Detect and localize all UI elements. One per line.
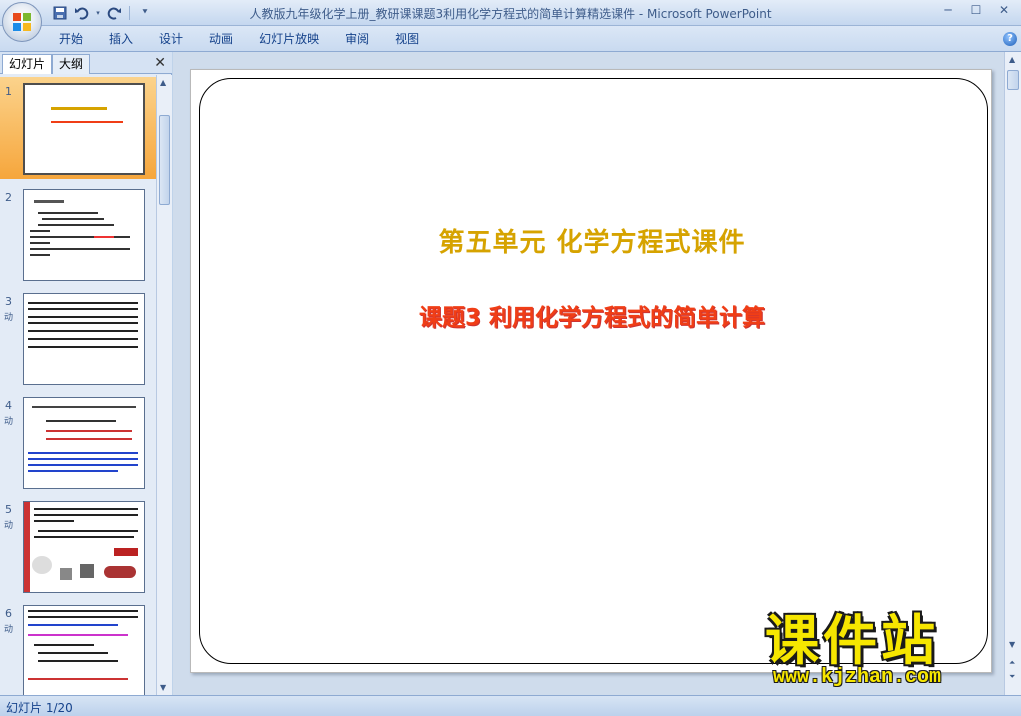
- animation-icon: 动: [4, 625, 14, 635]
- tab-view[interactable]: 视图: [382, 31, 432, 48]
- slide-number: 3: [5, 295, 12, 308]
- close-panel-icon[interactable]: ✕: [154, 55, 166, 71]
- current-slide[interactable]: 第五单元 化学方程式课件 课题3 利用化学方程式的简单计算: [190, 69, 992, 673]
- animation-icon: 动: [4, 521, 14, 531]
- help-icon[interactable]: ?: [1003, 32, 1017, 46]
- tab-animations[interactable]: 动画: [196, 31, 246, 48]
- rounded-frame: [199, 78, 988, 664]
- slide-number: 2: [5, 191, 12, 204]
- scroll-up-icon[interactable]: ▲: [160, 78, 166, 87]
- tab-insert[interactable]: 插入: [96, 31, 146, 48]
- tab-outline[interactable]: 大纲: [52, 54, 91, 74]
- slide-number: 4: [5, 399, 12, 412]
- status-bar: 幻灯片 1/20: [0, 695, 1021, 716]
- close-window-icon[interactable]: ✕: [991, 2, 1017, 18]
- ribbon-tabs: 开始 插入 设计 动画 幻灯片放映 审阅 视图: [46, 31, 432, 48]
- title-bar: ▾ ⯆ 人教版九年级化学上册_教研课课题3利用化学方程式的简单计算精选课件 - …: [0, 0, 1021, 26]
- slide-thumbnail-1[interactable]: 1: [0, 77, 156, 179]
- scroll-down-icon[interactable]: ▼: [160, 683, 166, 692]
- office-logo-icon: [13, 13, 31, 31]
- slide-preview: [23, 293, 145, 385]
- slide-number: 1: [5, 85, 12, 98]
- editor-scrollbar[interactable]: ▲ ▼ ⏶ ⏷: [1004, 52, 1021, 695]
- tab-review[interactable]: 审阅: [332, 31, 382, 48]
- slide-preview: [23, 605, 145, 695]
- slide-thumbnail-5[interactable]: 5 动: [0, 495, 156, 597]
- slide-preview: [23, 501, 145, 593]
- slide-preview: [23, 397, 145, 489]
- slide-preview: [23, 189, 145, 281]
- slide-thumbnail-3[interactable]: 3 动: [0, 287, 156, 389]
- slide-counter: 幻灯片 1/20: [6, 701, 73, 715]
- tab-design[interactable]: 设计: [146, 31, 196, 48]
- maximize-icon[interactable]: ☐: [963, 2, 989, 18]
- watermark-brand: 课件站: [765, 609, 939, 672]
- slide-subtitle[interactable]: 课题3 利用化学方程式的简单计算: [191, 298, 993, 332]
- scrollbar-thumb[interactable]: [159, 115, 170, 205]
- watermark-url: www.kjzhan.com: [773, 666, 942, 689]
- thumbnail-list: 1 2 3 动 4 动 5 动 6 动: [0, 75, 156, 695]
- window-title: 人教版九年级化学上册_教研课课题3利用化学方程式的简单计算精选课件 - Micr…: [249, 7, 772, 21]
- slide-number: 6: [5, 607, 12, 620]
- panel-scrollbar[interactable]: ▲ ▼: [156, 75, 172, 695]
- tab-slideshow[interactable]: 幻灯片放映: [246, 31, 332, 48]
- animation-icon: 动: [4, 417, 14, 427]
- slides-panel: 幻灯片 大纲 ✕ 1 2 3 动 4 动 5 动 6 动 ▲ ▼: [0, 52, 172, 695]
- slide-preview: [23, 83, 145, 175]
- scroll-up-icon[interactable]: ▲: [1009, 55, 1015, 64]
- tab-slides[interactable]: 幻灯片: [2, 54, 53, 74]
- ribbon: 开始 插入 设计 动画 幻灯片放映 审阅 视图 ?: [0, 26, 1021, 52]
- scrollbar-thumb[interactable]: [1007, 70, 1019, 90]
- tab-home[interactable]: 开始: [46, 31, 96, 48]
- panel-tabs: 幻灯片 大纲 ✕: [0, 52, 172, 74]
- slide-thumbnail-6[interactable]: 6 动: [0, 599, 156, 695]
- watermark-logo: 课件站 www.kjzhan.com: [765, 612, 1010, 692]
- slide-thumbnail-4[interactable]: 4 动: [0, 391, 156, 493]
- slide-editor: 第五单元 化学方程式课件 课题3 利用化学方程式的简单计算 ▲ ▼ ⏶ ⏷: [173, 52, 1021, 695]
- window-controls: ─ ☐ ✕: [935, 2, 1017, 18]
- office-button[interactable]: [2, 2, 42, 42]
- animation-icon: 动: [4, 313, 14, 323]
- slide-thumbnail-2[interactable]: 2: [0, 183, 156, 285]
- slide-number: 5: [5, 503, 12, 516]
- minimize-icon[interactable]: ─: [935, 2, 961, 18]
- slide-title[interactable]: 第五单元 化学方程式课件: [191, 222, 993, 259]
